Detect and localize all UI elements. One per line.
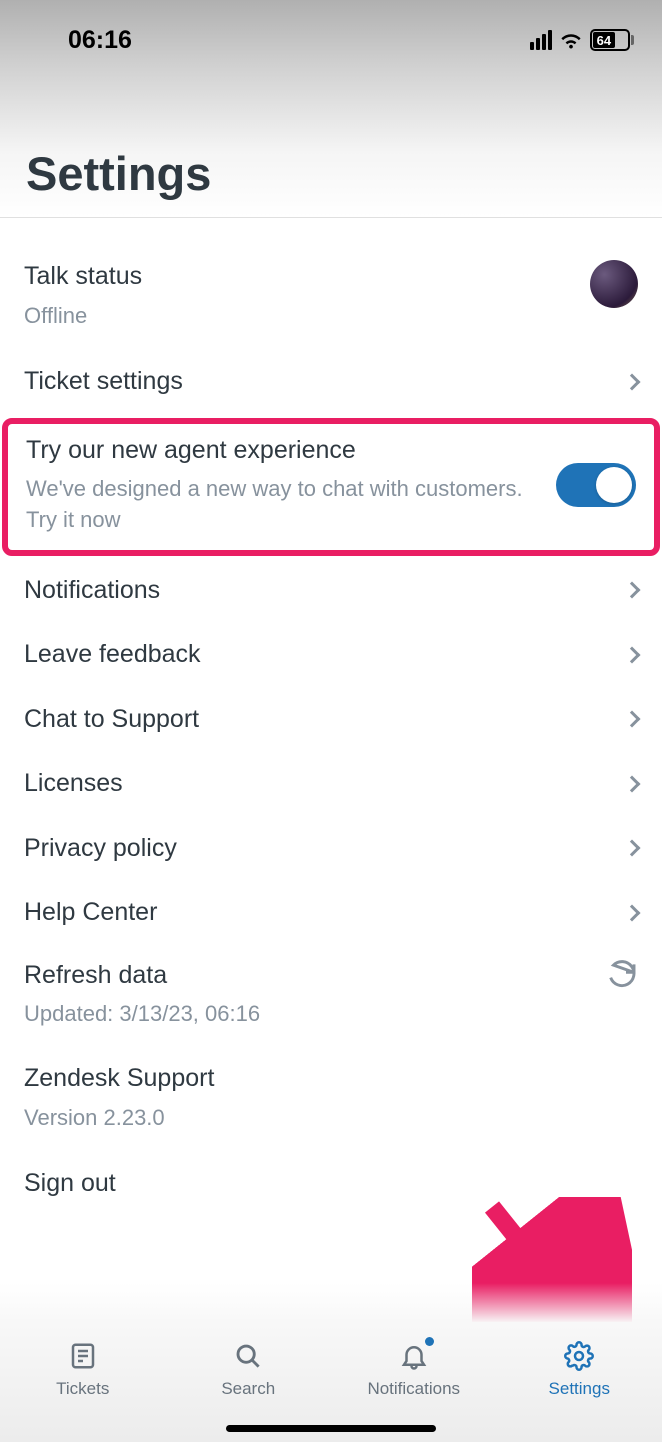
ticket-settings-row[interactable]: Ticket settings <box>0 349 662 414</box>
agent-experience-label: Try our new agent experience <box>26 434 546 467</box>
search-icon <box>233 1341 263 1371</box>
sign-out-label: Sign out <box>24 1167 638 1200</box>
gear-icon <box>564 1341 594 1371</box>
chevron-right-icon <box>624 373 641 390</box>
leave-feedback-row[interactable]: Leave feedback <box>0 622 662 687</box>
privacy-label: Privacy policy <box>24 832 610 865</box>
chevron-right-icon <box>624 904 641 921</box>
chevron-right-icon <box>624 840 641 857</box>
battery-level: 64 <box>597 33 611 48</box>
refresh-data-row[interactable]: Refresh data Updated: 3/13/23, 06:16 <box>0 945 662 1048</box>
ticket-settings-label: Ticket settings <box>24 365 610 398</box>
privacy-policy-row[interactable]: Privacy policy <box>0 816 662 881</box>
chat-support-row[interactable]: Chat to Support <box>0 687 662 752</box>
notification-dot-icon <box>425 1337 434 1346</box>
help-label: Help Center <box>24 896 610 929</box>
tickets-icon <box>68 1341 98 1371</box>
licenses-label: Licenses <box>24 767 610 800</box>
status-time: 06:16 <box>68 26 132 55</box>
app-name-label: Zendesk Support <box>24 1062 638 1095</box>
page-title: Settings <box>26 146 211 201</box>
notifications-row[interactable]: Notifications <box>0 558 662 623</box>
app-version-label: Version 2.23.0 <box>24 1103 638 1134</box>
licenses-row[interactable]: Licenses <box>0 751 662 816</box>
tab-bar: Tickets Search Notifications Settings <box>0 1322 662 1442</box>
home-indicator[interactable] <box>226 1425 436 1432</box>
battery-icon: 64 <box>590 29 634 51</box>
wifi-icon <box>559 30 583 50</box>
app-info-row: Zendesk Support Version 2.23.0 <box>0 1048 662 1151</box>
notifications-label: Notifications <box>24 574 610 607</box>
leave-feedback-label: Leave feedback <box>24 638 610 671</box>
avatar <box>590 260 638 308</box>
talk-status-value: Offline <box>24 301 574 332</box>
sign-out-row[interactable]: Sign out <box>0 1151 662 1216</box>
agent-experience-row: Try our new agent experience We've desig… <box>2 418 660 556</box>
chevron-right-icon <box>624 775 641 792</box>
tab-settings-label: Settings <box>549 1379 610 1399</box>
tab-tickets-label: Tickets <box>56 1379 109 1399</box>
agent-experience-toggle[interactable] <box>556 463 636 507</box>
talk-status-row[interactable]: Talk status Offline <box>0 246 662 349</box>
chevron-right-icon <box>624 646 641 663</box>
cellular-signal-icon <box>530 30 552 50</box>
bell-icon <box>399 1341 429 1371</box>
refresh-sub: Updated: 3/13/23, 06:16 <box>24 999 590 1030</box>
refresh-label: Refresh data <box>24 959 590 992</box>
chat-support-label: Chat to Support <box>24 703 610 736</box>
status-bar: 06:16 64 <box>0 20 662 60</box>
talk-status-label: Talk status <box>24 260 574 293</box>
tab-tickets[interactable]: Tickets <box>0 1323 166 1442</box>
tab-settings[interactable]: Settings <box>497 1323 662 1442</box>
tab-search-label: Search <box>221 1379 275 1399</box>
tab-notifications-label: Notifications <box>367 1379 460 1399</box>
chevron-right-icon <box>624 582 641 599</box>
help-center-row[interactable]: Help Center <box>0 880 662 945</box>
agent-experience-sub: We've designed a new way to chat with cu… <box>26 474 546 536</box>
status-icons: 64 <box>530 29 634 51</box>
chevron-right-icon <box>624 711 641 728</box>
refresh-icon <box>606 959 638 991</box>
